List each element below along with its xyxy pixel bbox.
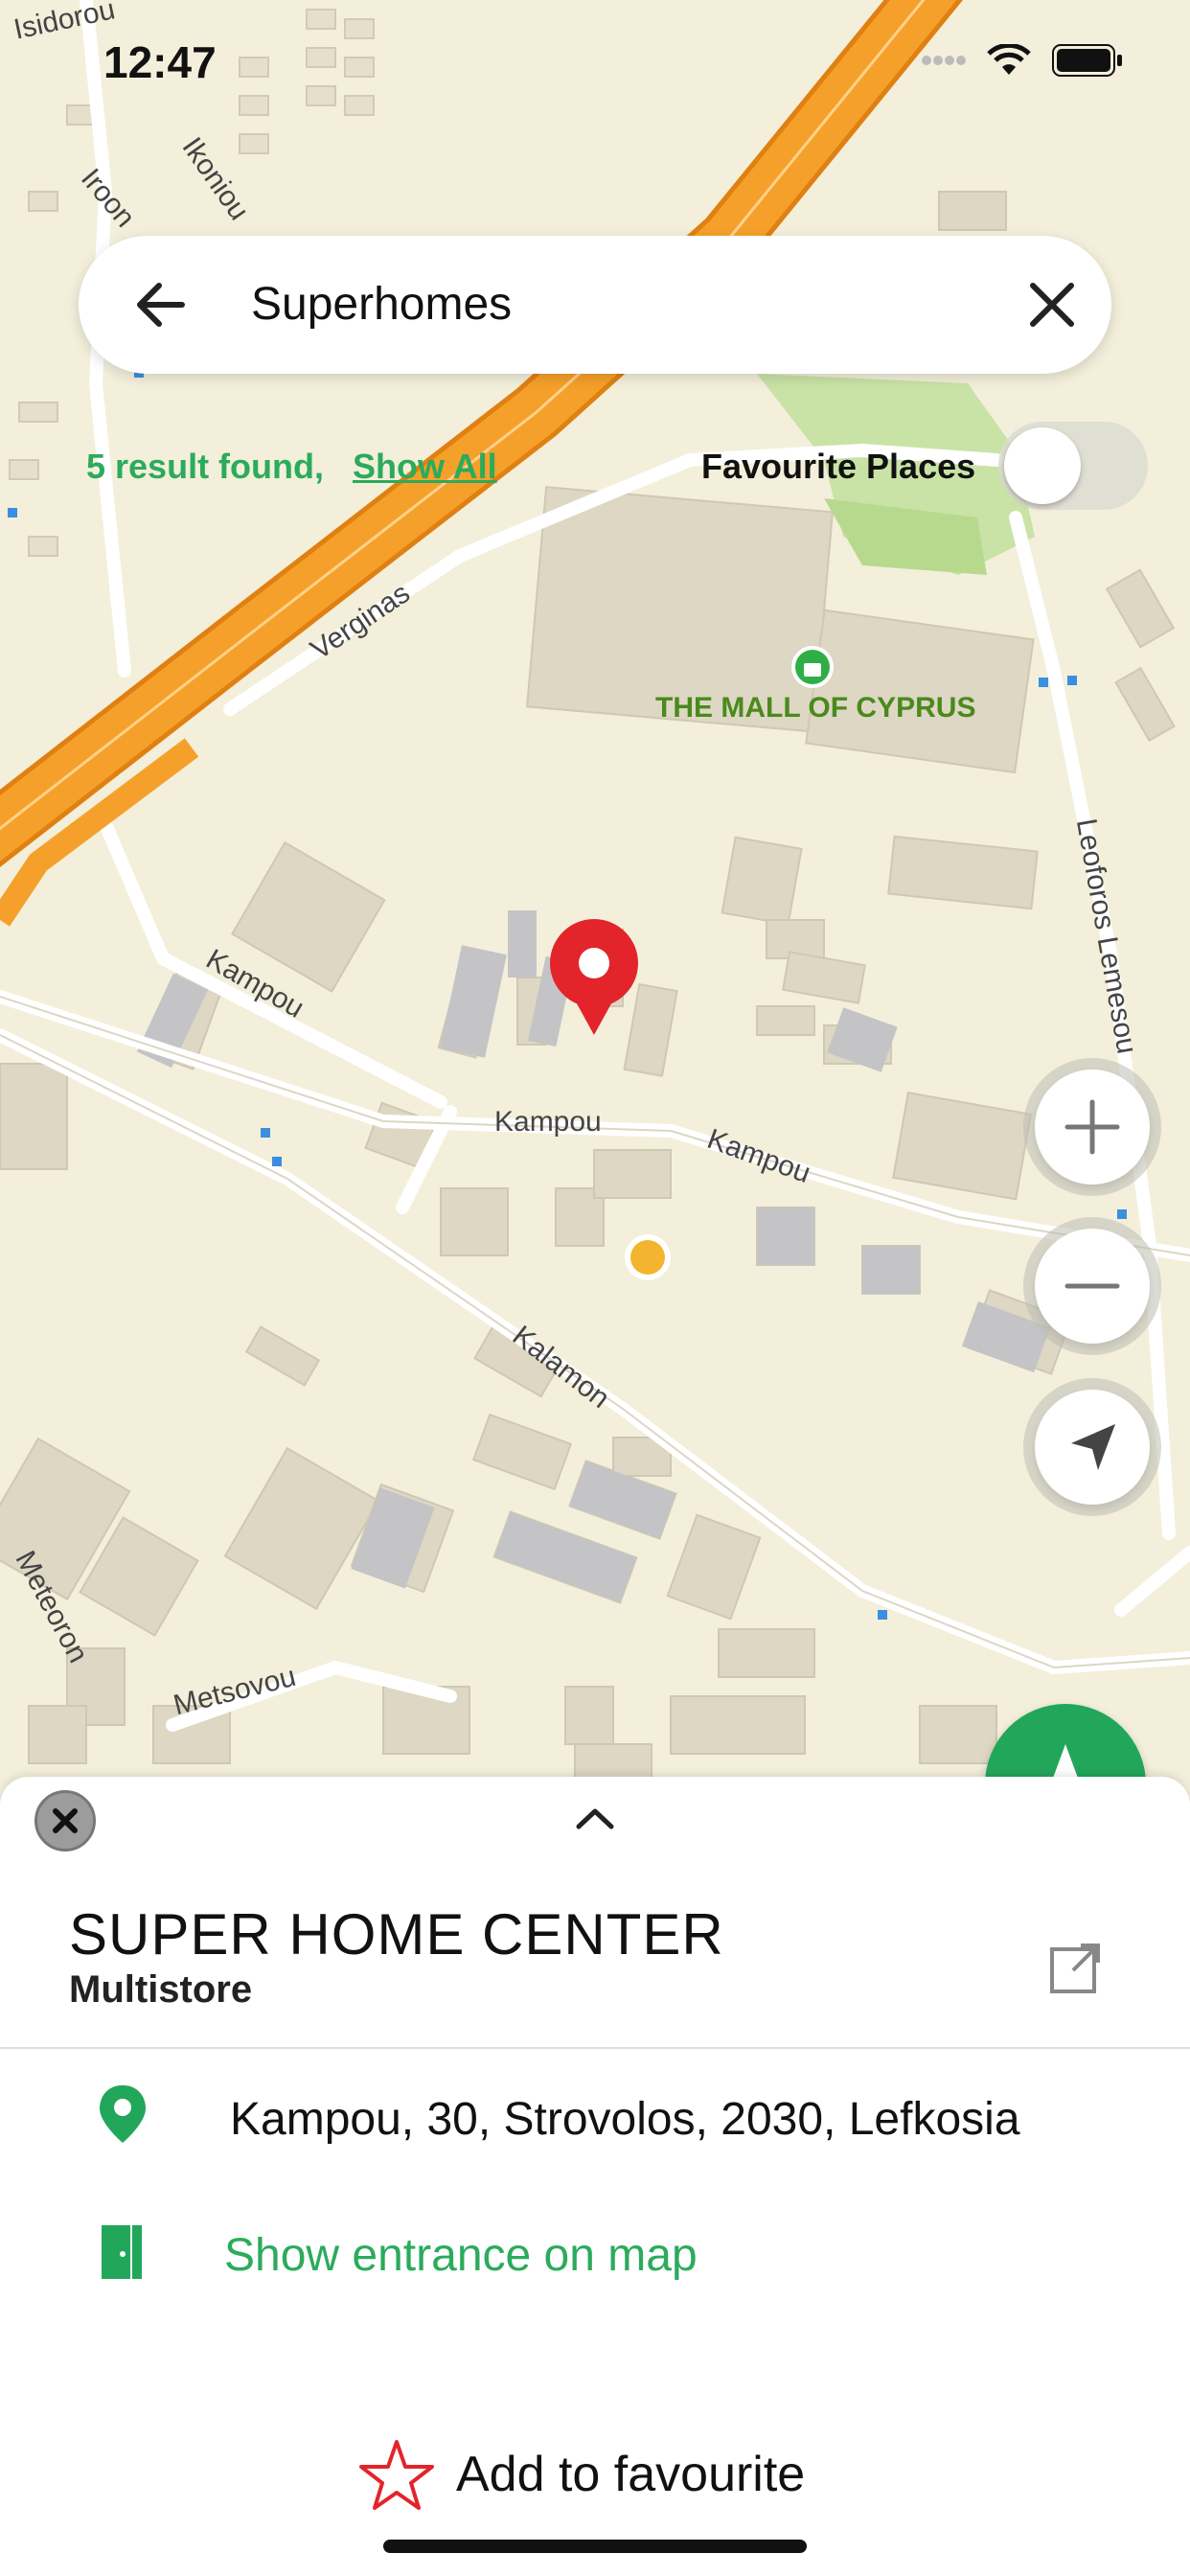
street-label: Kampou	[494, 1106, 602, 1138]
show-entrance-link[interactable]: Show entrance on map	[224, 2229, 698, 2282]
poi-label[interactable]: THE MALL OF CYPRUS	[655, 692, 975, 724]
door-icon	[100, 2221, 146, 2288]
star-icon	[359, 2440, 434, 2510]
status-bar: 12:47	[0, 0, 1190, 115]
plus-icon	[1064, 1099, 1120, 1155]
home-indicator	[383, 2540, 807, 2553]
open-external-button[interactable]	[1046, 1940, 1104, 2002]
map-marker-icon	[96, 2083, 149, 2150]
sheet-close-button[interactable]	[34, 1790, 96, 1852]
chevron-up-icon	[576, 1808, 614, 1829]
close-icon	[53, 1808, 78, 1833]
arrow-left-icon	[137, 283, 185, 327]
place-title: SUPER HOME CENTER	[69, 1902, 724, 1966]
my-location-button[interactable]	[1035, 1390, 1150, 1505]
zoom-in-button[interactable]	[1035, 1070, 1150, 1184]
search-bar[interactable]: Superhomes	[79, 236, 1111, 374]
status-time: 12:47	[103, 37, 217, 87]
clear-search-button[interactable]	[1018, 270, 1087, 339]
place-category: Multistore	[69, 1968, 253, 2011]
place-details-sheet[interactable]: SUPER HOME CENTER Multistore Kampou, 30,…	[0, 1777, 1190, 2576]
location-pin-icon	[550, 919, 638, 1035]
location-arrow-icon	[1071, 1424, 1115, 1470]
favourite-places-label: Favourite Places	[701, 447, 976, 486]
signal-icon	[922, 54, 966, 72]
favourite-places-toggle[interactable]	[998, 422, 1148, 510]
wifi-icon	[987, 42, 1031, 81]
close-icon	[1030, 283, 1074, 327]
minus-icon	[1064, 1283, 1120, 1289]
results-count: 5 result found,	[86, 447, 325, 486]
battery-icon	[1052, 44, 1123, 81]
open-external-icon	[1050, 1944, 1100, 1993]
place-address: Kampou, 30, Strovolos, 2030, Lefkosia	[230, 2094, 1020, 2145]
add-to-favourite-label: Add to favourite	[456, 2447, 806, 2502]
toggle-knob	[1004, 427, 1081, 504]
search-input[interactable]: Superhomes	[251, 278, 512, 331]
zoom-out-button[interactable]	[1035, 1229, 1150, 1344]
divider	[0, 2047, 1190, 2049]
expand-sheet-button[interactable]	[573, 1804, 617, 1837]
back-button[interactable]	[126, 270, 195, 339]
show-all-link[interactable]: Show All	[353, 447, 497, 487]
add-to-favourite-button[interactable]: Add to favourite	[358, 2438, 805, 2511]
